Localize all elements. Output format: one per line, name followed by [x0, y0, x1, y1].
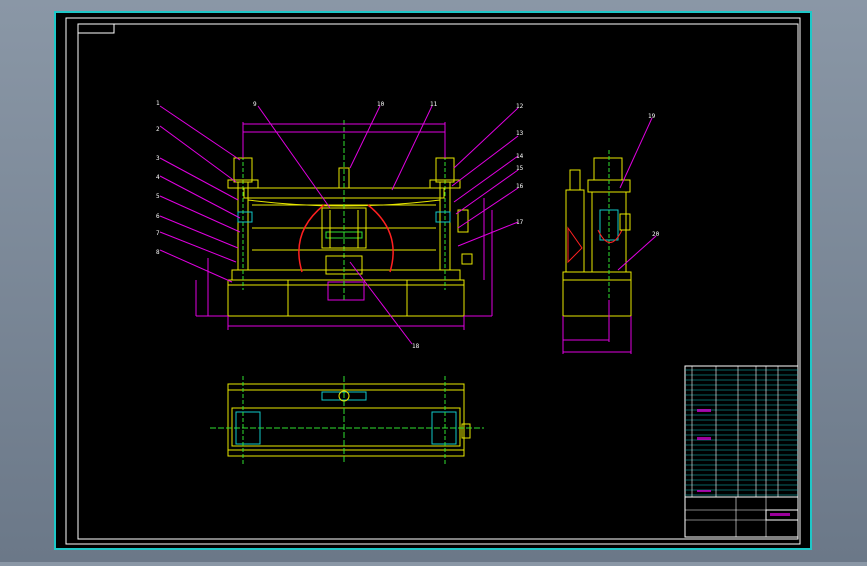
part-label: 19 — [648, 113, 656, 120]
part-label: 18 — [412, 343, 420, 350]
part-label: 14 — [516, 153, 524, 160]
cad-viewport[interactable]: 1 2 3 4 5 6 7 8 9 10 11 12 13 14 15 16 1… — [0, 0, 867, 562]
part-label: 10 — [377, 101, 385, 108]
part-label: 13 — [516, 130, 524, 137]
part-label: 15 — [516, 165, 524, 172]
part-label: 7 — [156, 230, 160, 237]
drawing-canvas: 1 2 3 4 5 6 7 8 9 10 11 12 13 14 15 16 1… — [54, 11, 812, 550]
part-label: 6 — [156, 213, 160, 220]
part-label: 8 — [156, 249, 160, 256]
part-label: 11 — [430, 101, 438, 108]
part-label: 9 — [253, 101, 257, 108]
part-label: 1 — [156, 100, 160, 107]
part-label: 12 — [516, 103, 524, 110]
part-label: 3 — [156, 155, 160, 162]
part-label: 2 — [156, 126, 160, 133]
part-label: 16 — [516, 183, 524, 190]
part-label: 5 — [156, 193, 160, 200]
part-label: 4 — [156, 174, 160, 181]
part-label: 20 — [652, 231, 660, 238]
part-label: 17 — [516, 219, 524, 226]
